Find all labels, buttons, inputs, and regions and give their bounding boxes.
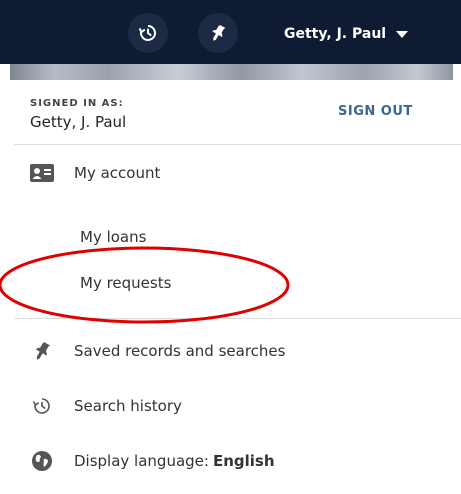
pin-icon bbox=[212, 25, 226, 41]
menu-item-my-account[interactable]: My account bbox=[30, 161, 160, 185]
menu-item-display-language[interactable]: Display language: English bbox=[30, 449, 275, 473]
menu-item-label: My loans bbox=[80, 228, 147, 246]
caret-down-icon bbox=[396, 30, 409, 38]
display-language-value: English bbox=[212, 452, 275, 470]
pin-icon bbox=[30, 339, 54, 363]
user-dropdown-menu: SIGNED IN AS: Getty, J. Paul SIGN OUT My… bbox=[0, 80, 461, 494]
search-history-button[interactable] bbox=[128, 13, 168, 53]
menu-item-saved-records[interactable]: Saved records and searches bbox=[30, 339, 285, 363]
menu-item-my-loans[interactable]: My loans bbox=[80, 228, 146, 246]
app-window: Getty, J. Paul SIGNED IN AS: Getty, J. P… bbox=[0, 0, 461, 494]
saved-records-button[interactable] bbox=[198, 13, 238, 53]
signed-in-label: SIGNED IN AS: bbox=[30, 98, 124, 109]
hero-image-strip bbox=[10, 64, 453, 80]
user-name: Getty, J. Paul bbox=[284, 26, 387, 42]
sign-out-link[interactable]: SIGN OUT bbox=[338, 104, 413, 119]
globe-icon bbox=[30, 449, 54, 473]
menu-item-label: Saved records and searches bbox=[74, 342, 286, 360]
divider bbox=[14, 144, 461, 145]
history-icon bbox=[138, 25, 156, 41]
menu-item-label: My requests bbox=[80, 274, 172, 292]
menu-item-search-history[interactable]: Search history bbox=[30, 394, 182, 418]
user-menu-toggle[interactable]: Getty, J. Paul bbox=[284, 18, 409, 50]
menu-item-label: Search history bbox=[74, 397, 182, 415]
signed-in-name: Getty, J. Paul bbox=[30, 113, 127, 131]
signed-in-info: SIGNED IN AS: Getty, J. Paul bbox=[30, 98, 126, 131]
menu-item-my-requests[interactable]: My requests bbox=[80, 274, 171, 292]
menu-item-label: Display language: bbox=[74, 452, 209, 470]
id-card-icon bbox=[30, 161, 54, 185]
divider bbox=[14, 318, 461, 319]
top-bar: Getty, J. Paul bbox=[0, 0, 461, 80]
menu-item-label: My account bbox=[74, 164, 161, 182]
history-icon bbox=[30, 394, 54, 418]
